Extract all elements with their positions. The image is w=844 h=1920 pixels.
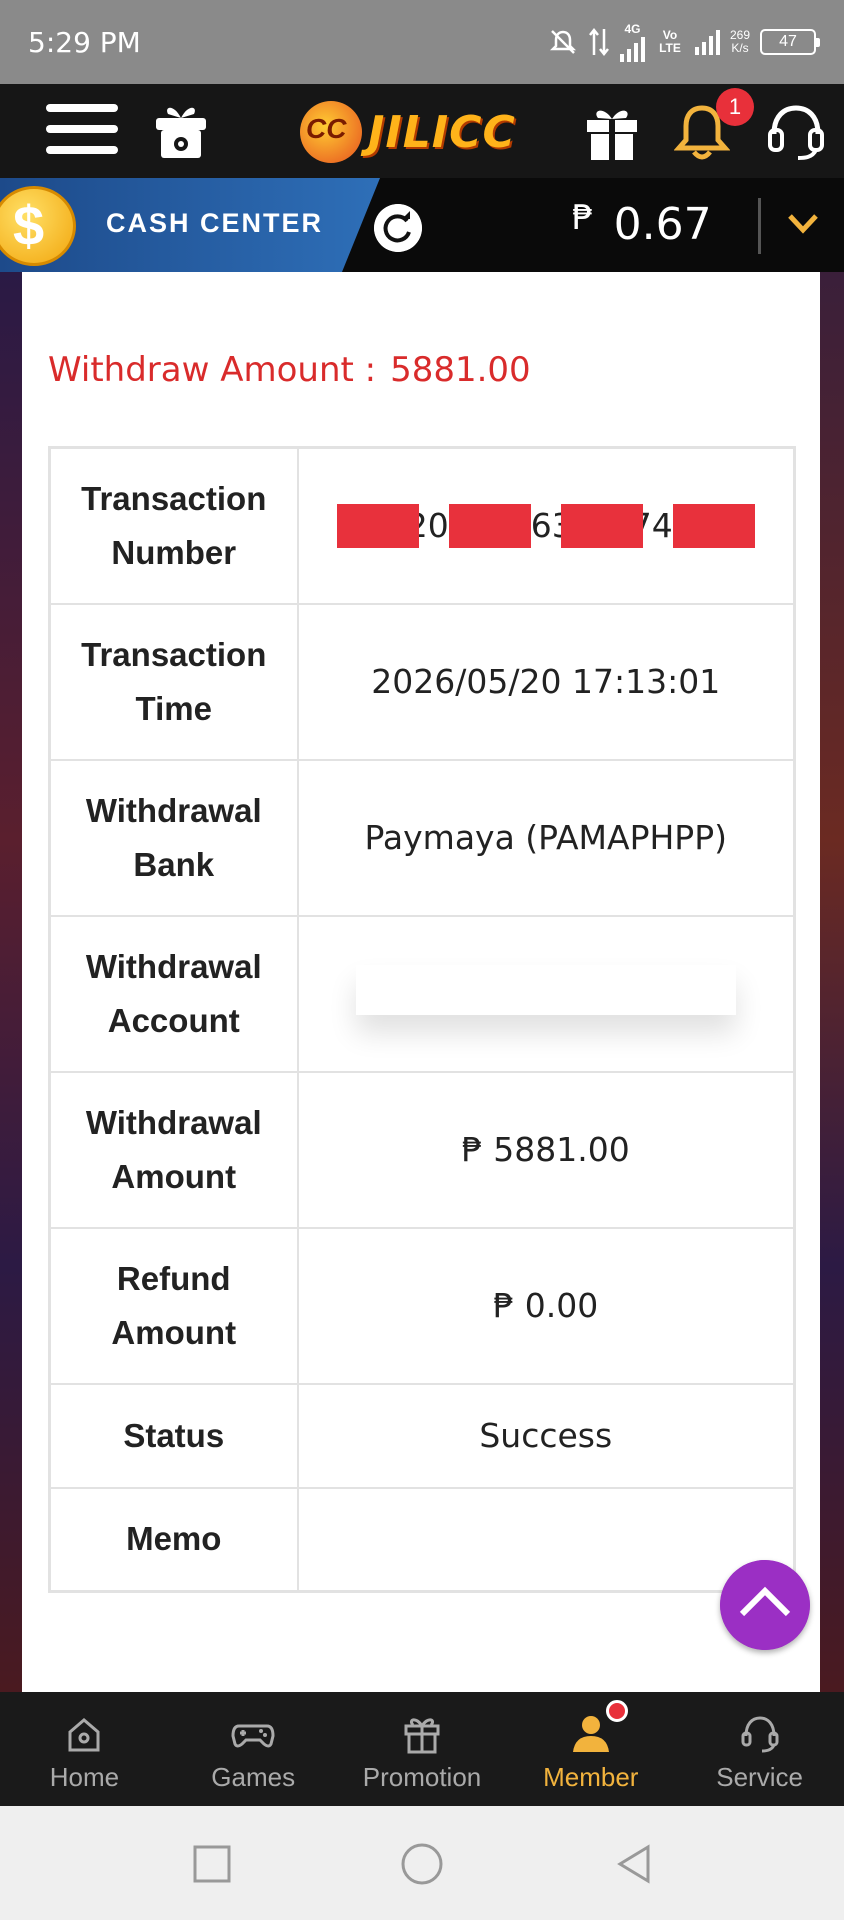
background-left bbox=[0, 272, 22, 1692]
withdrawal-account-label: Withdrawal Account bbox=[48, 914, 299, 1073]
home-icon bbox=[68, 1718, 100, 1752]
txn-fragment: 74 bbox=[643, 506, 673, 546]
chevron-down-icon[interactable] bbox=[786, 208, 820, 238]
transaction-detail-table: Transaction Number 20 63 74 Transaction … bbox=[48, 446, 796, 1593]
refund-amount-value: ₱ 0.00 bbox=[296, 1226, 796, 1385]
nav-member-label: Member bbox=[543, 1762, 639, 1792]
transaction-time-value: 2026/05/20 17:13:01 bbox=[296, 602, 796, 761]
memo-label: Memo bbox=[48, 1486, 299, 1593]
txn-fragment: 20 bbox=[419, 506, 449, 546]
nav-games-label: Games bbox=[211, 1762, 296, 1792]
nav-home[interactable]: Home bbox=[0, 1692, 169, 1806]
battery-icon: 47 bbox=[760, 29, 820, 55]
gamepad-icon bbox=[231, 1724, 275, 1748]
status-icons: 4G Vo LTE 269 K/s 47 bbox=[548, 21, 820, 62]
divider bbox=[758, 198, 761, 254]
status-bar: 5:29 PM 4G Vo LTE 269 K/s 47 bbox=[0, 0, 844, 84]
back-icon[interactable] bbox=[612, 1842, 656, 1886]
memo-value bbox=[296, 1486, 796, 1593]
bottom-nav: Home Games Promotion Member Service bbox=[0, 1692, 844, 1806]
table-row: Withdrawal Account bbox=[48, 914, 796, 1073]
status-value: Success bbox=[296, 1382, 796, 1489]
withdrawal-amount-label: Withdrawal Amount bbox=[48, 1070, 299, 1229]
mute-notifications-icon bbox=[549, 30, 576, 54]
nav-service[interactable]: Service bbox=[675, 1692, 844, 1806]
logo-mark-icon bbox=[300, 101, 362, 163]
signal-icon bbox=[619, 36, 645, 62]
nav-service-label: Service bbox=[716, 1762, 803, 1792]
transaction-number-value: 20 63 74 bbox=[296, 446, 796, 605]
nav-games[interactable]: Games bbox=[169, 1692, 338, 1806]
system-nav-bar bbox=[0, 1806, 844, 1920]
nav-home-label: Home bbox=[49, 1762, 120, 1792]
withdrawal-amount-value: ₱ 5881.00 bbox=[296, 1070, 796, 1229]
table-row: Status Success bbox=[48, 1382, 796, 1489]
withdraw-amount-heading: Withdraw Amount : 5881.00 bbox=[48, 350, 531, 390]
withdrawal-bank-label: Withdrawal Bank bbox=[48, 758, 299, 917]
scroll-to-top-button[interactable] bbox=[720, 1560, 810, 1650]
recent-apps-icon[interactable] bbox=[190, 1842, 234, 1886]
member-notification-dot bbox=[606, 1700, 629, 1722]
table-row: Memo bbox=[48, 1486, 796, 1593]
headset-icon bbox=[741, 1716, 779, 1753]
nav-promotion-label: Promotion bbox=[362, 1762, 482, 1792]
refresh-icon[interactable] bbox=[374, 204, 422, 252]
network-type: 4G bbox=[624, 21, 641, 36]
cash-center-label[interactable]: CASH CENTER bbox=[106, 208, 323, 239]
gift-icon[interactable] bbox=[584, 104, 640, 162]
jilicc-logo[interactable]: JILICC bbox=[300, 100, 516, 164]
table-row: Withdrawal Amount ₱ 5881.00 bbox=[48, 1070, 796, 1229]
withdraw-amount-value: 5881.00 bbox=[390, 350, 531, 390]
transaction-number-label: Transaction Number bbox=[48, 446, 299, 605]
withdrawal-bank-value: Paymaya (PAMAPHPP) bbox=[296, 758, 796, 917]
signal-icon-2 bbox=[694, 29, 720, 55]
table-row: Refund Amount ₱ 0.00 bbox=[48, 1226, 796, 1385]
table-row: Transaction Number 20 63 74 bbox=[48, 446, 796, 605]
table-row: Transaction Time 2026/05/20 17:13:01 bbox=[48, 602, 796, 761]
app-header: JILICC 1 bbox=[0, 84, 844, 178]
wallet-balance: ₱ 0.67 bbox=[572, 198, 712, 250]
volte-label: Vo LTE bbox=[659, 28, 681, 55]
redaction-mark bbox=[672, 503, 755, 548]
background-right bbox=[820, 272, 844, 1692]
speed-unit: K/s bbox=[731, 41, 749, 55]
nav-member[interactable]: Member bbox=[506, 1692, 675, 1806]
gift-icon bbox=[404, 1718, 440, 1754]
customer-service-icon[interactable] bbox=[766, 102, 826, 162]
user-icon bbox=[572, 1716, 609, 1752]
table-row: Withdrawal Bank Paymaya (PAMAPHPP) bbox=[48, 758, 796, 917]
masked-account bbox=[355, 964, 736, 1015]
redaction-mark bbox=[448, 503, 531, 548]
data-transfer-icon bbox=[588, 27, 609, 57]
nav-promotion[interactable]: Promotion bbox=[338, 1692, 507, 1806]
redaction-mark bbox=[560, 503, 643, 548]
withdraw-amount-label: Withdraw Amount : bbox=[48, 350, 377, 390]
balance-value: 0.67 bbox=[613, 199, 712, 250]
menu-icon[interactable] bbox=[46, 104, 118, 160]
transaction-time-label: Transaction Time bbox=[48, 602, 299, 761]
notification-badge: 1 bbox=[716, 88, 754, 126]
currency-symbol: ₱ bbox=[572, 198, 594, 238]
txn-fragment: 63 bbox=[530, 506, 561, 546]
cash-center-bar: $ CASH CENTER ₱ 0.67 bbox=[0, 178, 844, 272]
logo-text: JILICC bbox=[368, 106, 516, 158]
home-button-icon[interactable] bbox=[400, 1842, 444, 1886]
status-time: 5:29 PM bbox=[28, 26, 141, 59]
refund-amount-label: Refund Amount bbox=[48, 1226, 299, 1385]
withdrawal-account-value bbox=[296, 914, 796, 1073]
redaction-mark bbox=[336, 503, 419, 548]
daily-reward-icon[interactable] bbox=[152, 100, 210, 160]
status-label: Status bbox=[48, 1382, 299, 1489]
withdraw-detail-card: Withdraw Amount : 5881.00 Transaction Num… bbox=[22, 272, 820, 1692]
